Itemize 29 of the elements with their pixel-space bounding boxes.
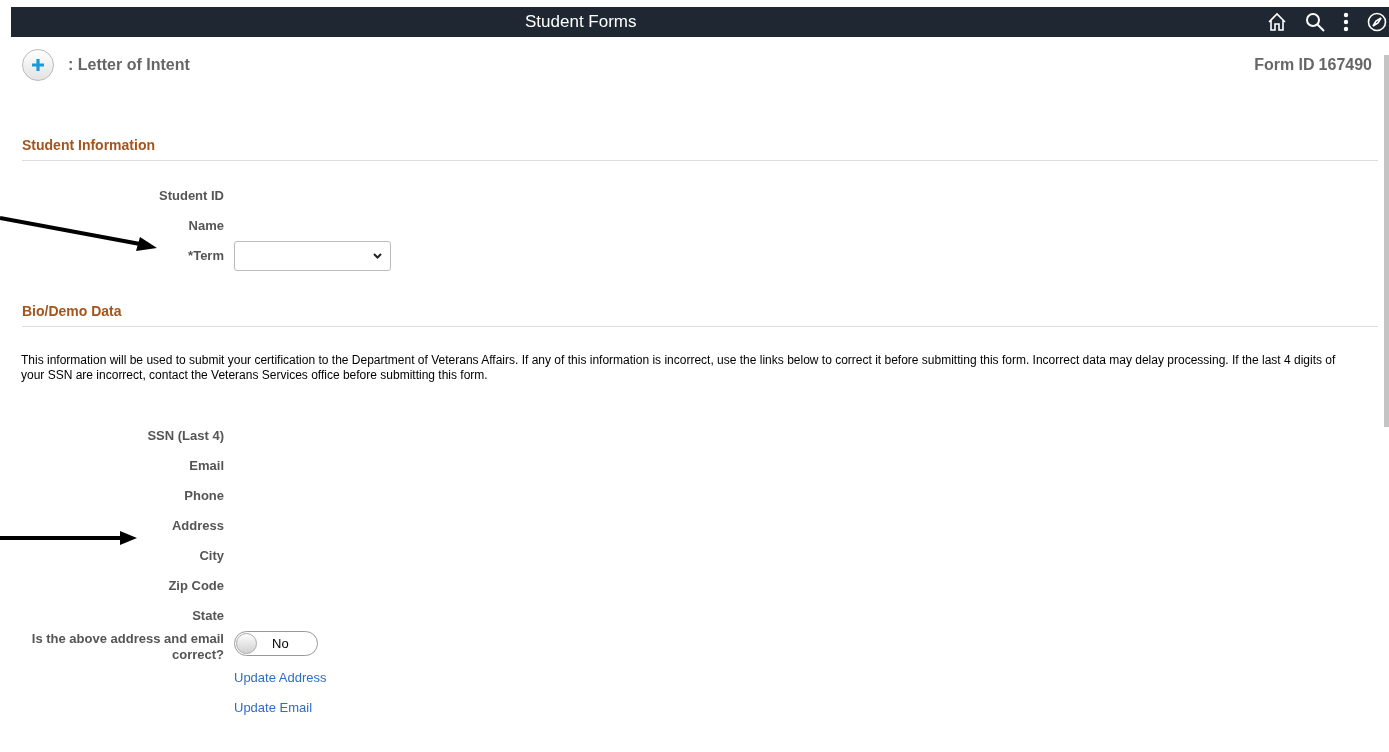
field-label: State <box>191 608 224 624</box>
field-label: *Term <box>187 248 224 264</box>
form-title: : Letter of Intent <box>68 55 190 75</box>
form-id-label: Form ID <box>1254 55 1315 75</box>
compass-icon[interactable] <box>1367 12 1387 32</box>
more-icon[interactable] <box>1343 12 1349 32</box>
section-heading: Bio/Demo Data <box>22 303 122 319</box>
field-label: SSN (Last 4) <box>146 428 224 444</box>
field-label: Email <box>188 458 224 474</box>
add-button[interactable] <box>22 49 54 81</box>
update-link[interactable]: Update Address <box>234 668 327 688</box>
info-paragraph: This information will be used to submit your certification to the Department of Veterans Affairs. If any of this information is incorrect, use the links below to correct it before submitting this form. Incorrect data may delay processing. If the last 4 digits of your SSN are incorrect, contact the Veterans Services office before submitting this form. <box>21 353 1337 383</box>
field-label: Name <box>187 218 224 234</box>
section-heading: Student Information <box>22 137 155 153</box>
plus-icon <box>31 58 45 72</box>
update-link[interactable]: Update Email <box>234 698 313 718</box>
field-label: City <box>198 548 224 564</box>
form-id-value: 167490 <box>1318 55 1372 75</box>
scrollbar[interactable] <box>1384 55 1389 427</box>
field-label: Phone <box>183 488 224 504</box>
home-icon[interactable] <box>1267 12 1287 32</box>
field-label: Student ID <box>158 188 224 204</box>
search-icon[interactable] <box>1305 12 1325 32</box>
field-label: Address <box>170 518 224 534</box>
toggle-switch[interactable]: No <box>234 631 318 656</box>
field-label: Zip Code <box>167 578 224 594</box>
chevron-icon <box>373 253 382 259</box>
page-title: Student Forms <box>525 11 637 34</box>
field-label: Is the above address and email correct? <box>30 631 224 663</box>
